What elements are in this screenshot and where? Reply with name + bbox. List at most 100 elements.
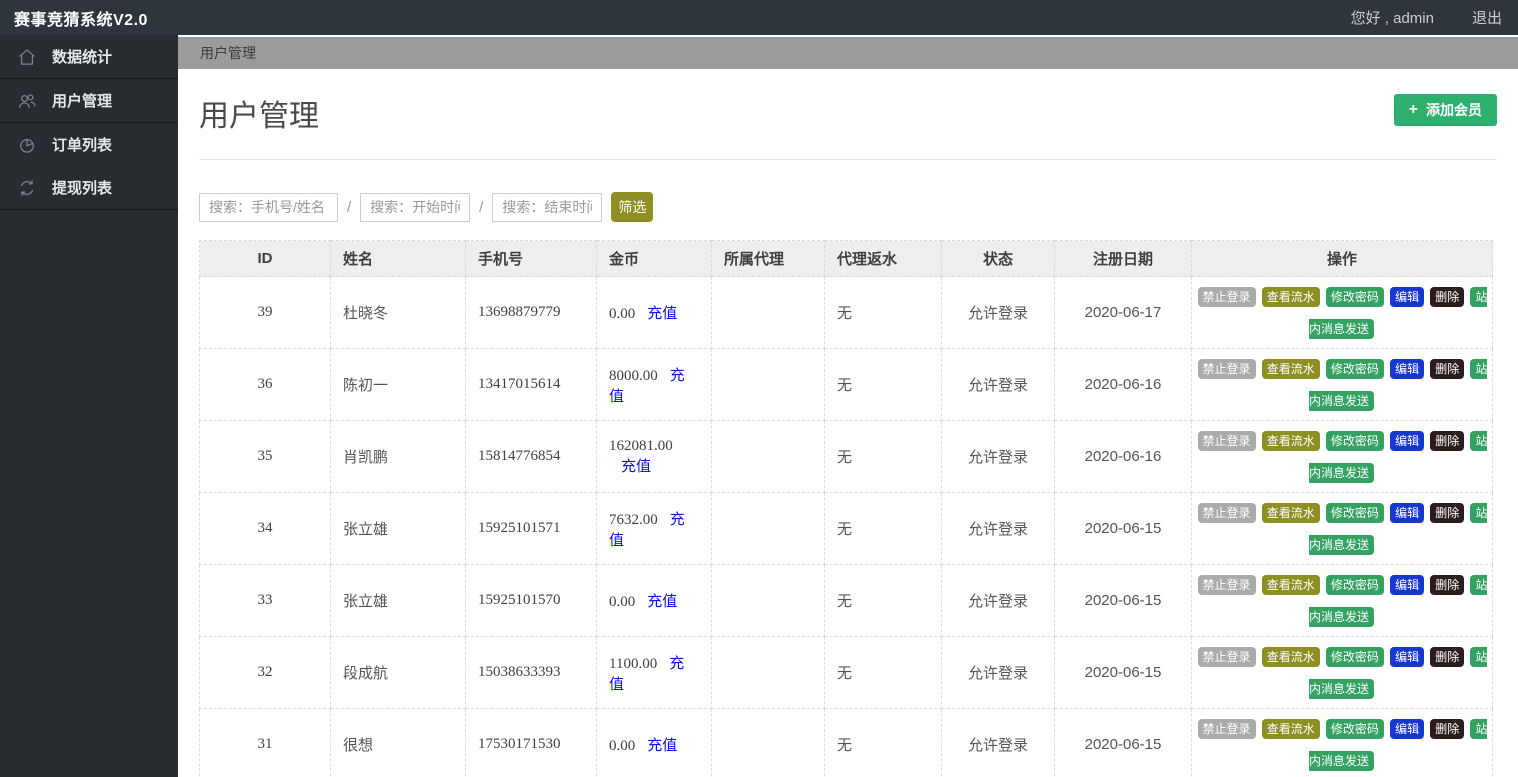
add-member-button[interactable]: + 添加会员 — [1393, 94, 1497, 126]
filter-submit-button[interactable]: 筛选 — [611, 192, 654, 222]
action-edit[interactable]: 编辑 — [1390, 431, 1425, 451]
action-ban-login[interactable]: 禁止登录 — [1197, 575, 1256, 595]
sidebar-item-orders[interactable]: 订单列表 — [0, 123, 178, 166]
actions-cell: 禁止登录 查看流水 修改密码 编辑 删除 站内消息发送 — [1191, 636, 1493, 709]
refresh-icon — [20, 179, 34, 196]
recharge-link[interactable]: 充值 — [621, 459, 651, 475]
table-row: 32 段成航 15038633393 1100.00 充值 无 允许登录 2020… — [199, 636, 1493, 709]
col-header-coins: 金币 — [596, 240, 712, 277]
action-edit[interactable]: 编辑 — [1390, 647, 1425, 667]
cell-date: 2020-06-17 — [1054, 276, 1192, 349]
cell-coins: 8000.00 充值 — [596, 348, 712, 421]
actions-cell: 禁止登录 查看流水 修改密码 编辑 删除 站内消息发送 — [1191, 276, 1493, 349]
cell-phone: 17530171530 — [465, 708, 597, 777]
action-edit[interactable]: 编辑 — [1390, 575, 1425, 595]
cell-coins: 0.00 充值 — [596, 276, 712, 349]
search-start-date-input[interactable] — [360, 192, 471, 222]
search-keyword-input[interactable] — [199, 192, 338, 222]
action-delete[interactable]: 删除 — [1430, 359, 1465, 379]
content: 用户管理 + 添加会员 / / 筛选 ID 姓名 — [178, 91, 1518, 777]
cell-id: 35 — [199, 420, 331, 493]
action-change-password[interactable]: 修改密码 — [1325, 431, 1384, 451]
sidebar-item-label: 数据统计 — [52, 49, 113, 66]
cell-status: 允许登录 — [941, 276, 1055, 349]
cell-agent — [711, 348, 825, 421]
action-delete[interactable]: 删除 — [1430, 719, 1465, 739]
action-delete[interactable]: 删除 — [1430, 431, 1465, 451]
cell-phone: 15925101571 — [465, 492, 597, 565]
cell-agent — [711, 492, 825, 565]
cell-date: 2020-06-15 — [1054, 492, 1192, 565]
table-row: 35 肖凯鹏 15814776854 162081.00 充值 无 允许登录 20… — [199, 420, 1493, 493]
sidebar-item-withdrawals[interactable]: 提现列表 — [0, 166, 178, 209]
action-delete[interactable]: 删除 — [1430, 647, 1465, 667]
action-change-password[interactable]: 修改密码 — [1325, 359, 1384, 379]
plus-icon: + — [1408, 101, 1418, 118]
cell-status: 允许登录 — [941, 636, 1055, 709]
action-change-password[interactable]: 修改密码 — [1325, 647, 1384, 667]
greeting-text: 您好 , admin — [1350, 10, 1434, 27]
action-ban-login[interactable]: 禁止登录 — [1197, 287, 1256, 307]
cell-coins: 162081.00 充值 — [596, 420, 712, 493]
action-edit[interactable]: 编辑 — [1390, 287, 1425, 307]
sidebar-item-users[interactable]: 用户管理 — [0, 79, 178, 122]
action-view-flow[interactable]: 查看流水 — [1261, 431, 1320, 451]
separator-slash: / — [347, 198, 352, 216]
search-end-date-input[interactable] — [492, 192, 603, 222]
actions-cell: 禁止登录 查看流水 修改密码 编辑 删除 站内消息发送 — [1191, 564, 1493, 637]
cell-status: 允许登录 — [941, 708, 1055, 777]
action-view-flow[interactable]: 查看流水 — [1261, 647, 1320, 667]
cell-date: 2020-06-15 — [1054, 636, 1192, 709]
action-view-flow[interactable]: 查看流水 — [1261, 575, 1320, 595]
cell-name: 肖凯鹏 — [330, 420, 466, 493]
action-ban-login[interactable]: 禁止登录 — [1197, 719, 1256, 739]
action-view-flow[interactable]: 查看流水 — [1261, 287, 1320, 307]
action-change-password[interactable]: 修改密码 — [1325, 287, 1384, 307]
add-member-label: 添加会员 — [1426, 102, 1482, 118]
cell-phone: 15038633393 — [465, 636, 597, 709]
action-change-password[interactable]: 修改密码 — [1325, 719, 1384, 739]
action-edit[interactable]: 编辑 — [1390, 503, 1425, 523]
col-header-actions: 操作 — [1191, 240, 1493, 277]
action-change-password[interactable]: 修改密码 — [1325, 503, 1384, 523]
sidebar-item-label: 提现列表 — [52, 180, 113, 197]
col-header-name: 姓名 — [330, 240, 466, 277]
cell-agent — [711, 420, 825, 493]
action-view-flow[interactable]: 查看流水 — [1261, 359, 1320, 379]
action-edit[interactable]: 编辑 — [1390, 359, 1425, 379]
action-view-flow[interactable]: 查看流水 — [1261, 503, 1320, 523]
action-delete[interactable]: 删除 — [1430, 503, 1465, 523]
cell-status: 允许登录 — [941, 348, 1055, 421]
action-edit[interactable]: 编辑 — [1390, 719, 1425, 739]
cell-phone: 15814776854 — [465, 420, 597, 493]
logout-link[interactable]: 退出 — [1472, 7, 1502, 28]
action-delete[interactable]: 删除 — [1430, 575, 1465, 595]
action-ban-login[interactable]: 禁止登录 — [1197, 431, 1256, 451]
topbar: 赛事竞猜系统V2.0 您好 , admin 退出 — [0, 0, 1518, 35]
coins-value: 162081.00 — [609, 438, 673, 454]
cell-name: 张立雄 — [330, 564, 466, 637]
action-ban-login[interactable]: 禁止登录 — [1197, 359, 1256, 379]
table-row: 33 张立雄 15925101570 0.00 充值 无 允许登录 2020-06… — [199, 564, 1493, 637]
cell-date: 2020-06-15 — [1054, 708, 1192, 777]
cell-phone: 13417015614 — [465, 348, 597, 421]
recharge-link[interactable]: 充值 — [647, 594, 677, 610]
cell-rebate: 无 — [824, 276, 942, 349]
recharge-link[interactable]: 充值 — [647, 306, 677, 322]
action-delete[interactable]: 删除 — [1430, 287, 1465, 307]
action-view-flow[interactable]: 查看流水 — [1261, 719, 1320, 739]
sidebar-item-stats[interactable]: 数据统计 — [0, 35, 178, 78]
table-row: 36 陈初一 13417015614 8000.00 充值 无 允许登录 2020… — [199, 348, 1493, 421]
table-row: 31 很想 17530171530 0.00 充值 无 允许登录 2020-06-… — [199, 708, 1493, 777]
action-ban-login[interactable]: 禁止登录 — [1197, 503, 1256, 523]
action-change-password[interactable]: 修改密码 — [1325, 575, 1384, 595]
col-header-rebate: 代理返水 — [824, 240, 942, 277]
cell-id: 39 — [199, 276, 331, 349]
coins-value: 7632.00 — [609, 511, 658, 528]
recharge-link[interactable]: 充值 — [647, 738, 677, 754]
table-header-row: ID 姓名 手机号 金币 所属代理 代理返水 状态 注册日期 操作 — [199, 240, 1493, 277]
action-ban-login[interactable]: 禁止登录 — [1197, 647, 1256, 667]
cell-coins: 0.00 充值 — [596, 564, 712, 637]
breadcrumb: 用户管理 — [178, 37, 1518, 69]
coins-value: 0.00 — [609, 306, 636, 322]
